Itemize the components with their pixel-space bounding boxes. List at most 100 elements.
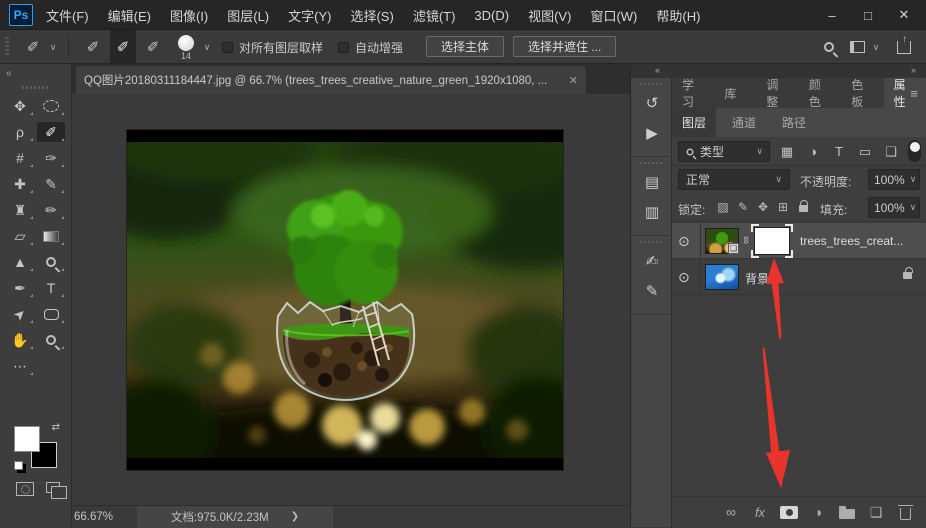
- new-adjustment-layer-icon[interactable]: ◑: [809, 504, 827, 520]
- close-button[interactable]: ✕: [886, 0, 922, 30]
- hand-tool[interactable]: ✋: [6, 330, 34, 350]
- quick-selection-tool[interactable]: ✐: [37, 122, 65, 142]
- dock-expand-icon[interactable]: »: [911, 65, 916, 75]
- brushes-panel-icon[interactable]: ✎: [631, 278, 673, 304]
- gradient-tool[interactable]: [37, 226, 65, 246]
- move-tool[interactable]: ✥: [6, 96, 34, 116]
- tab-paths[interactable]: 路径: [772, 108, 816, 137]
- dock-collapse-icon[interactable]: «: [655, 65, 660, 75]
- tab-color[interactable]: 颜色: [799, 78, 841, 109]
- default-colors-icon[interactable]: [14, 461, 23, 470]
- filter-pixel-layers-icon[interactable]: ▦: [776, 141, 798, 162]
- layer-mask-thumbnail[interactable]: [751, 224, 793, 258]
- sharpen-tool[interactable]: ▲: [6, 252, 34, 272]
- clone-stamp-tool[interactable]: ♜: [6, 200, 34, 220]
- tab-layers[interactable]: 图层: [672, 108, 717, 137]
- tab-learn[interactable]: 学习: [672, 78, 714, 109]
- layer-name[interactable]: trees_trees_creat...: [800, 234, 903, 248]
- new-group-icon[interactable]: [838, 504, 856, 520]
- blend-mode-dropdown[interactable]: 正常 ∨: [678, 169, 790, 190]
- canvas-pasteboard[interactable]: [72, 94, 630, 505]
- dodge-tool[interactable]: [37, 252, 65, 272]
- filter-shape-layers-icon[interactable]: ▭: [854, 141, 876, 162]
- marquee-tool[interactable]: [37, 96, 65, 116]
- history-panel-icon[interactable]: ↺: [631, 90, 673, 116]
- paragraph-panel-icon[interactable]: ▥: [631, 199, 673, 225]
- filter-toggle-switch[interactable]: [908, 140, 921, 162]
- menu-help[interactable]: 帮助(H): [656, 6, 700, 25]
- menu-edit[interactable]: 编辑(E): [108, 6, 151, 25]
- lock-position-icon[interactable]: ✥: [754, 200, 772, 214]
- layer-row-background[interactable]: ⊙ 背景: [672, 259, 926, 295]
- filter-smart-object-icon[interactable]: ❏: [880, 141, 902, 162]
- foreground-color-swatch[interactable]: [14, 426, 40, 452]
- search-icon[interactable]: [818, 30, 840, 64]
- sample-all-layers-checkbox[interactable]: 对所有图层取样: [222, 30, 323, 64]
- minimize-button[interactable]: –: [814, 0, 850, 30]
- path-selection-tool[interactable]: ➤: [6, 304, 34, 324]
- layer-row-trees[interactable]: ⊙ ❏ ∞ trees_trees_creat...: [672, 223, 926, 259]
- document-tab[interactable]: QQ图片20180311184447.jpg @ 66.7% (trees_tr…: [76, 66, 586, 94]
- lock-transparent-pixels-icon[interactable]: ▨: [714, 200, 732, 214]
- zoom-level-field[interactable]: 66.67%: [64, 511, 123, 523]
- select-and-mask-button[interactable]: 选择并遮住 ...: [513, 36, 617, 57]
- menu-select[interactable]: 选择(S): [350, 6, 393, 25]
- document-close-icon[interactable]: ✕: [569, 74, 578, 87]
- menu-type[interactable]: 文字(Y): [288, 6, 331, 25]
- edit-toolbar-button[interactable]: ⋯: [6, 356, 34, 376]
- type-tool[interactable]: T: [37, 278, 65, 298]
- zoom-tool[interactable]: [37, 330, 65, 350]
- share-icon[interactable]: ↑: [892, 30, 916, 64]
- filter-type-layers-icon[interactable]: T: [828, 141, 850, 162]
- eyedropper-tool[interactable]: ✑: [37, 148, 65, 168]
- subtract-from-selection-mode-icon[interactable]: ✐: [140, 30, 166, 64]
- crop-tool[interactable]: #: [6, 148, 34, 168]
- status-chevron-icon[interactable]: ❯: [291, 511, 299, 522]
- workspace-chevron-icon[interactable]: ∨: [870, 30, 882, 64]
- tab-properties[interactable]: 属性: [883, 78, 926, 109]
- brush-tool[interactable]: ✎: [37, 174, 65, 194]
- add-layer-mask-icon[interactable]: [780, 504, 798, 520]
- menu-image[interactable]: 图像(I): [170, 6, 208, 25]
- menu-window[interactable]: 窗口(W): [590, 6, 637, 25]
- eraser-tool[interactable]: ▱: [6, 226, 34, 246]
- tab-libraries[interactable]: 库: [714, 78, 746, 108]
- select-subject-button[interactable]: 选择主体: [426, 36, 505, 57]
- toolbox-collapse-icon[interactable]: «: [6, 68, 12, 79]
- new-selection-mode-icon[interactable]: ✐: [80, 30, 106, 64]
- link-layers-icon[interactable]: ∞: [722, 504, 740, 520]
- menu-file[interactable]: 文件(F): [46, 6, 89, 25]
- layer-filter-type-dropdown[interactable]: 类型 ∨: [678, 141, 770, 162]
- auto-enhance-checkbox[interactable]: 自动增强: [338, 30, 403, 64]
- tool-preset-icon[interactable]: ✐: [20, 30, 46, 64]
- maximize-button[interactable]: □: [850, 0, 886, 30]
- new-layer-icon[interactable]: ❏: [867, 504, 885, 520]
- tool-preset-chevron-icon[interactable]: ∨: [46, 30, 60, 64]
- tab-swatches[interactable]: 色板: [841, 78, 883, 109]
- menu-filter[interactable]: 滤镜(T): [413, 6, 456, 25]
- character-panel-icon[interactable]: ▤: [631, 169, 673, 195]
- visibility-eye-icon[interactable]: ⊙: [678, 233, 690, 250]
- layer-name[interactable]: 背景: [745, 270, 769, 287]
- opacity-field[interactable]: 100% ∨: [868, 169, 920, 190]
- fill-field[interactable]: 100% ∨: [868, 197, 920, 218]
- healing-brush-tool[interactable]: ✚: [6, 174, 34, 194]
- shape-tool[interactable]: [37, 304, 65, 324]
- screen-mode-button[interactable]: [46, 482, 67, 499]
- brush-settings-panel-icon[interactable]: ✍: [631, 248, 673, 274]
- brush-picker-chevron-icon[interactable]: ∨: [200, 30, 214, 64]
- panel-menu-icon[interactable]: ≡: [910, 86, 918, 101]
- checkbox-icon[interactable]: [338, 41, 349, 53]
- visibility-eye-icon[interactable]: ⊙: [678, 269, 690, 286]
- delete-layer-icon[interactable]: [896, 504, 914, 520]
- quick-mask-mode-button[interactable]: [16, 482, 34, 496]
- tab-channels[interactable]: 通道: [722, 108, 766, 137]
- pen-tool[interactable]: ✒: [6, 278, 34, 298]
- layer-thumbnail[interactable]: ❏: [705, 228, 739, 254]
- lock-artboard-icon[interactable]: ⊞: [774, 200, 792, 214]
- menu-view[interactable]: 视图(V): [528, 6, 571, 25]
- add-to-selection-mode-icon[interactable]: ✐: [110, 30, 136, 64]
- actions-panel-icon[interactable]: ▶: [631, 120, 673, 146]
- history-brush-tool[interactable]: ✏: [37, 200, 65, 220]
- lock-image-pixels-icon[interactable]: ✎: [734, 200, 752, 214]
